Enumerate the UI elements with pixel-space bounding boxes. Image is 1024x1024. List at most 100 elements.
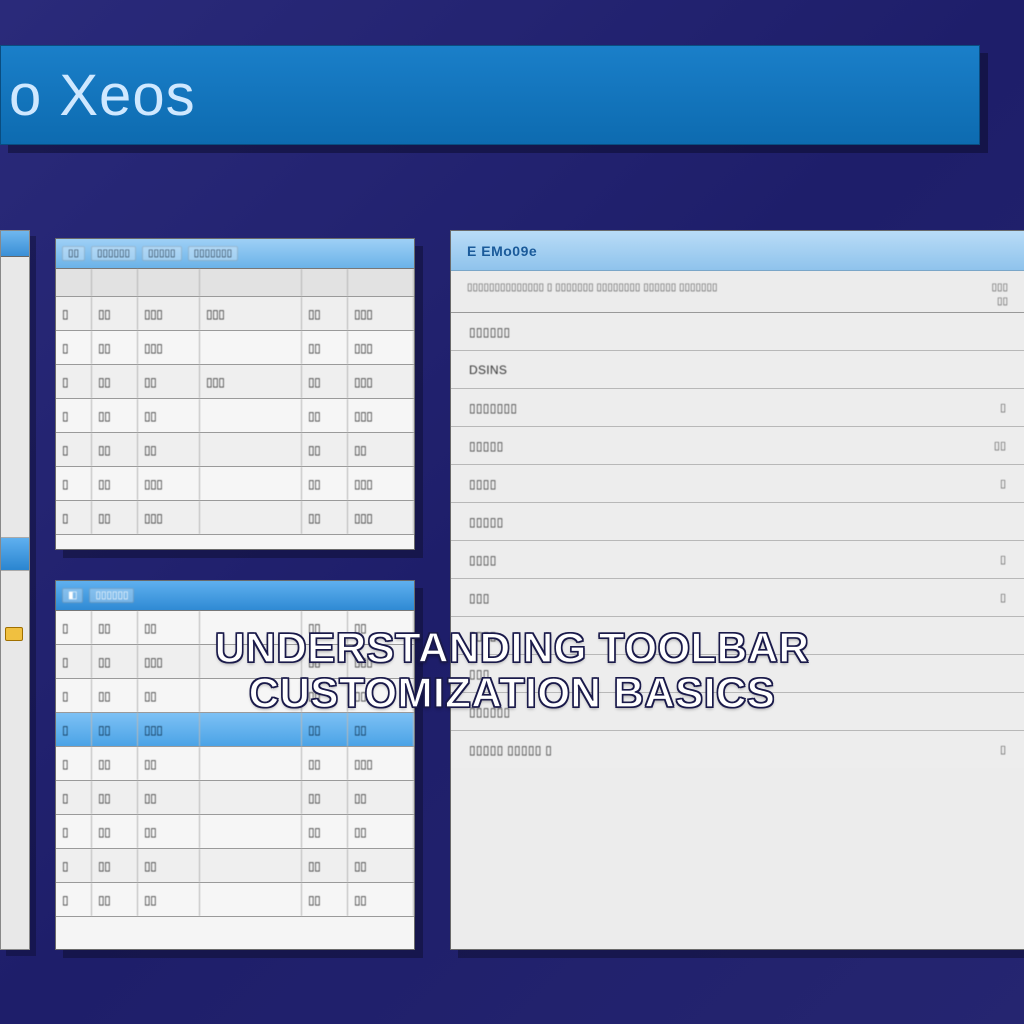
- cell[interactable]: ▯▯▯: [138, 713, 200, 746]
- cell[interactable]: ▯▯: [302, 747, 348, 780]
- table-row[interactable]: ▯▯▯▯▯▯▯▯▯▯: [56, 713, 414, 747]
- cell[interactable]: ▯▯: [302, 433, 348, 466]
- cell[interactable]: ▯▯: [92, 679, 138, 712]
- cell[interactable]: ▯: [56, 713, 92, 746]
- settings-item[interactable]: ▯▯▯▯: [451, 578, 1024, 616]
- table-row[interactable]: ▯▯▯▯▯▯▯▯▯▯▯: [56, 331, 414, 365]
- table-row[interactable]: ▯▯▯▯▯▯▯▯▯▯▯: [56, 645, 414, 679]
- settings-item[interactable]: ▯▯▯: [451, 654, 1024, 692]
- column-header[interactable]: [302, 269, 348, 296]
- cell[interactable]: ▯▯: [302, 883, 348, 916]
- settings-item[interactable]: ▯▯▯▯▯▯: [451, 692, 1024, 730]
- cell[interactable]: ▯▯: [92, 501, 138, 534]
- cell[interactable]: ▯▯: [92, 467, 138, 500]
- cell[interactable]: ▯: [56, 365, 92, 398]
- table-row[interactable]: ▯▯▯▯▯▯▯▯▯: [56, 815, 414, 849]
- cell[interactable]: ▯: [56, 331, 92, 364]
- cell[interactable]: ▯▯: [302, 331, 348, 364]
- cell[interactable]: ▯▯: [138, 433, 200, 466]
- cell[interactable]: ▯▯: [302, 713, 348, 746]
- cell[interactable]: ▯▯▯: [138, 331, 200, 364]
- table-row[interactable]: ▯▯▯▯▯▯▯▯▯: [56, 433, 414, 467]
- cell[interactable]: ▯: [56, 467, 92, 500]
- cell[interactable]: [200, 645, 302, 678]
- cell[interactable]: ▯▯: [302, 501, 348, 534]
- cell[interactable]: [200, 679, 302, 712]
- cell[interactable]: ▯▯: [138, 781, 200, 814]
- column-header[interactable]: [92, 269, 138, 296]
- cell[interactable]: ▯▯▯: [348, 297, 414, 330]
- cell[interactable]: ▯▯▯: [138, 297, 200, 330]
- cell[interactable]: ▯▯▯: [348, 501, 414, 534]
- cell[interactable]: ▯▯▯: [348, 747, 414, 780]
- cell[interactable]: [200, 501, 302, 534]
- settings-item[interactable]: ▯▯▯▯▯▯▯: [451, 426, 1024, 464]
- cell[interactable]: [200, 331, 302, 364]
- cell[interactable]: ▯▯: [302, 849, 348, 882]
- cell[interactable]: ▯▯: [92, 849, 138, 882]
- cell[interactable]: ▯▯: [92, 297, 138, 330]
- cell[interactable]: [200, 467, 302, 500]
- cell[interactable]: ▯▯: [302, 815, 348, 848]
- cell[interactable]: ▯▯▯: [138, 501, 200, 534]
- toolbar-segment[interactable]: ▯▯▯▯▯▯: [89, 588, 134, 603]
- cell[interactable]: ▯▯: [302, 679, 348, 712]
- cell[interactable]: ▯▯: [138, 365, 200, 398]
- toolbar-segment[interactable]: ▯▯: [62, 246, 85, 261]
- cell[interactable]: ▯▯: [348, 713, 414, 746]
- cell[interactable]: ▯▯: [138, 399, 200, 432]
- table-row[interactable]: ▯▯▯▯▯▯▯▯▯▯▯▯▯▯: [56, 297, 414, 331]
- cell[interactable]: ▯▯: [92, 433, 138, 466]
- cell[interactable]: [200, 849, 302, 882]
- cell[interactable]: ▯: [56, 433, 92, 466]
- settings-item[interactable]: ▯▯▯▯▯▯▯▯: [451, 388, 1024, 426]
- cell[interactable]: ▯▯▯: [348, 399, 414, 432]
- cell[interactable]: ▯▯: [92, 365, 138, 398]
- cell[interactable]: ▯: [56, 645, 92, 678]
- settings-item[interactable]: ▯▯▯▯▯: [451, 464, 1024, 502]
- cell[interactable]: ▯▯▯: [348, 645, 414, 678]
- toolbar-segment[interactable]: ▯▯▯▯▯: [142, 246, 182, 261]
- cell[interactable]: ▯▯▯: [348, 331, 414, 364]
- cell[interactable]: ▯▯: [92, 883, 138, 916]
- cell[interactable]: ▯: [56, 501, 92, 534]
- cell[interactable]: [200, 713, 302, 746]
- settings-item[interactable]: ▯▯▯▯▯: [451, 540, 1024, 578]
- table-row[interactable]: ▯▯▯▯▯▯▯▯▯: [56, 611, 414, 645]
- cell[interactable]: ▯▯: [348, 849, 414, 882]
- cell[interactable]: ▯: [56, 815, 92, 848]
- table-row[interactable]: ▯▯▯▯▯▯▯▯▯: [56, 849, 414, 883]
- table-row[interactable]: ▯▯▯▯▯▯▯▯▯: [56, 781, 414, 815]
- cell[interactable]: [200, 433, 302, 466]
- settings-item[interactable]: ▯▯▯▯▯: [451, 502, 1024, 540]
- column-header[interactable]: [200, 269, 302, 296]
- cell[interactable]: ▯▯▯: [200, 365, 302, 398]
- table-row[interactable]: ▯▯▯▯▯▯▯▯▯▯: [56, 399, 414, 433]
- settings-item[interactable]: ▯▯▯▯: [451, 616, 1024, 654]
- table-row[interactable]: ▯▯▯▯▯▯▯▯▯: [56, 679, 414, 713]
- cell[interactable]: ▯▯: [302, 365, 348, 398]
- cell[interactable]: ▯▯: [92, 815, 138, 848]
- spreadsheet-top-toolbar[interactable]: ▯▯ ▯▯▯▯▯▯ ▯▯▯▯▯ ▯▯▯▯▯▯▯: [56, 239, 414, 269]
- cell[interactable]: ▯▯: [138, 849, 200, 882]
- column-header[interactable]: [138, 269, 200, 296]
- cell[interactable]: ▯: [56, 849, 92, 882]
- cell[interactable]: ▯▯: [92, 399, 138, 432]
- cell[interactable]: [200, 815, 302, 848]
- cell[interactable]: ▯▯: [348, 611, 414, 644]
- cell[interactable]: ▯▯: [92, 645, 138, 678]
- cell[interactable]: ▯▯: [348, 883, 414, 916]
- cell[interactable]: ▯▯: [92, 747, 138, 780]
- spreadsheet-bottom-grid[interactable]: ▯▯▯▯▯▯▯▯▯▯▯▯▯▯▯▯▯▯▯▯▯▯▯▯▯▯▯▯▯▯▯▯▯▯▯▯▯▯▯▯…: [56, 611, 414, 917]
- cell[interactable]: [200, 399, 302, 432]
- cell[interactable]: ▯▯: [138, 679, 200, 712]
- cell[interactable]: ▯▯: [92, 713, 138, 746]
- cell[interactable]: ▯▯: [92, 781, 138, 814]
- cell[interactable]: ▯: [56, 781, 92, 814]
- toolbar-icon[interactable]: ◧: [62, 588, 83, 603]
- cell[interactable]: [200, 747, 302, 780]
- column-header[interactable]: [348, 269, 414, 296]
- cell[interactable]: [200, 883, 302, 916]
- table-row[interactable]: ▯▯▯▯▯▯▯▯▯▯▯: [56, 467, 414, 501]
- settings-item[interactable]: ▯▯▯▯▯ ▯▯▯▯▯ ▯▯: [451, 730, 1024, 768]
